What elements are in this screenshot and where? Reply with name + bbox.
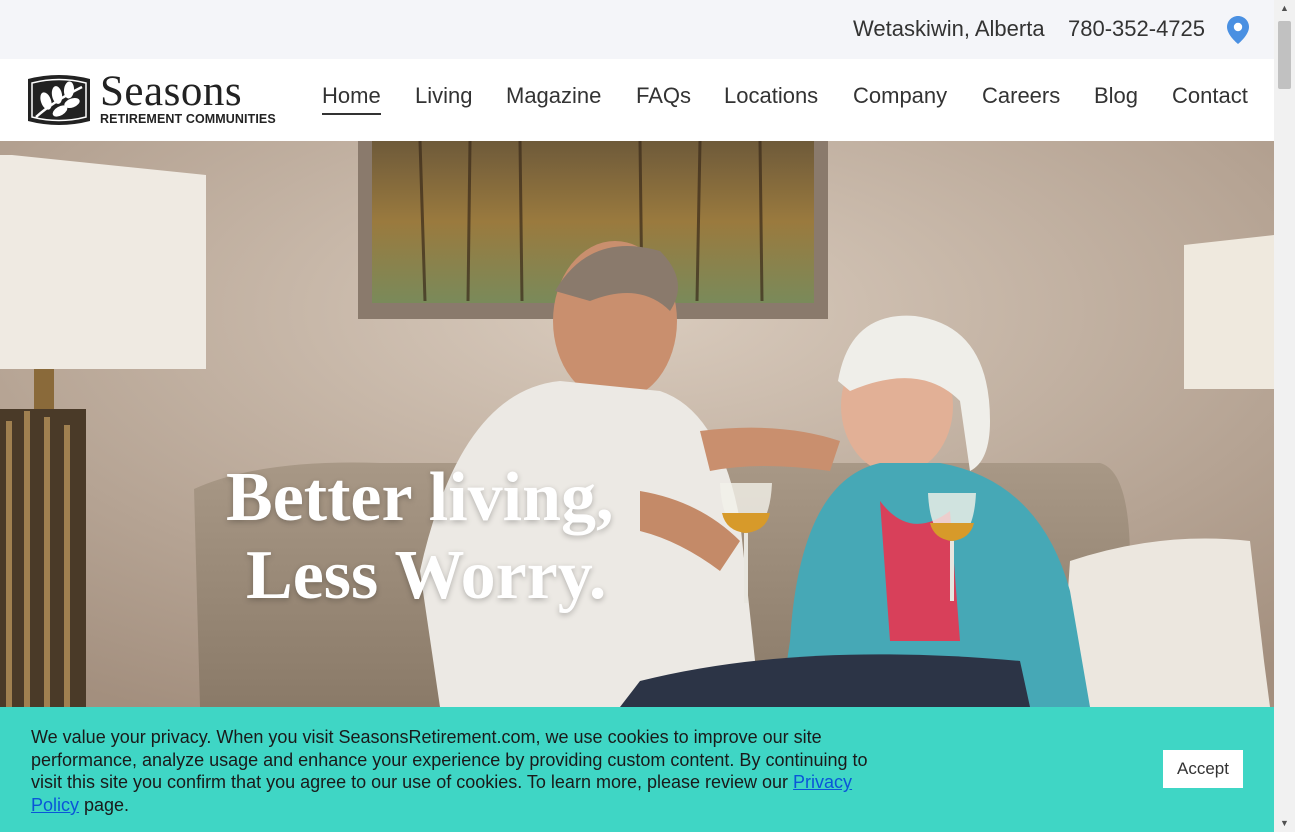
nav-item-home[interactable]: Home bbox=[322, 83, 381, 115]
map-pin-icon[interactable] bbox=[1227, 16, 1249, 44]
cookie-message-suffix: page. bbox=[79, 794, 130, 815]
nav-item-locations[interactable]: Locations bbox=[724, 83, 818, 113]
nav-item-company[interactable]: Company bbox=[853, 83, 947, 113]
nav-item-blog[interactable]: Blog bbox=[1094, 83, 1138, 113]
scroll-down-arrow-icon[interactable]: ▼ bbox=[1274, 815, 1295, 832]
hero-headline: Better living, Less Worry. bbox=[226, 459, 686, 615]
scrollbar-thumb[interactable] bbox=[1278, 21, 1291, 89]
hero-photo bbox=[0, 141, 1274, 707]
page-scrollbar[interactable]: ▲ ▼ bbox=[1274, 0, 1295, 832]
cookie-message: We value your privacy. When you visit Se… bbox=[31, 726, 881, 816]
location-city: Wetaskiwin, Alberta bbox=[853, 16, 1045, 41]
accept-cookies-button[interactable]: Accept bbox=[1163, 750, 1243, 788]
hero-banner: Better living, Less Worry. bbox=[0, 141, 1274, 707]
nav-item-living[interactable]: Living bbox=[415, 83, 472, 113]
hero-headline-line1: Better living, bbox=[226, 459, 614, 536]
nav-item-magazine[interactable]: Magazine bbox=[506, 83, 601, 113]
top-utility-bar: Wetaskiwin, Alberta 780-352-4725 bbox=[0, 0, 1274, 59]
scroll-up-arrow-icon[interactable]: ▲ bbox=[1274, 0, 1295, 17]
site-header: Seasons RETIREMENT COMMUNITIES Home Livi… bbox=[0, 59, 1274, 141]
phone-link[interactable]: 780-352-4725 bbox=[1068, 16, 1205, 42]
main-nav: Home Living Magazine FAQs Locations Comp… bbox=[0, 83, 1274, 123]
hero-headline-line2: Less Worry. bbox=[246, 537, 607, 614]
nav-item-faqs[interactable]: FAQs bbox=[636, 83, 691, 113]
nav-item-contact[interactable]: Contact bbox=[1172, 83, 1248, 113]
cookie-message-text: We value your privacy. When you visit Se… bbox=[31, 727, 868, 793]
nav-item-careers[interactable]: Careers bbox=[982, 83, 1060, 113]
cookie-consent-banner: We value your privacy. When you visit Se… bbox=[0, 707, 1274, 832]
